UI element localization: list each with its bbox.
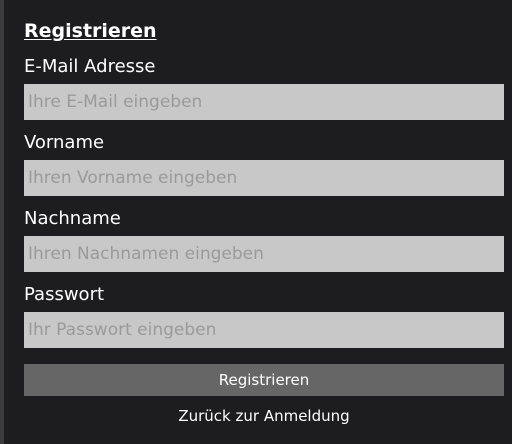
form-title: Registrieren xyxy=(24,20,157,42)
last-name-input[interactable] xyxy=(24,236,504,272)
password-input[interactable] xyxy=(24,312,504,348)
register-panel: Registrieren E-Mail Adresse Vorname Nach… xyxy=(4,0,512,444)
email-label: E-Mail Adresse xyxy=(24,56,156,77)
first-name-input[interactable] xyxy=(24,160,504,196)
last-name-label: Nachname xyxy=(24,208,121,229)
back-to-login-link[interactable]: Zurück zur Anmeldung xyxy=(24,406,504,426)
email-input[interactable] xyxy=(24,84,504,120)
password-label: Passwort xyxy=(24,284,105,305)
first-name-label: Vorname xyxy=(24,132,105,153)
register-button[interactable]: Registrieren xyxy=(24,364,504,396)
